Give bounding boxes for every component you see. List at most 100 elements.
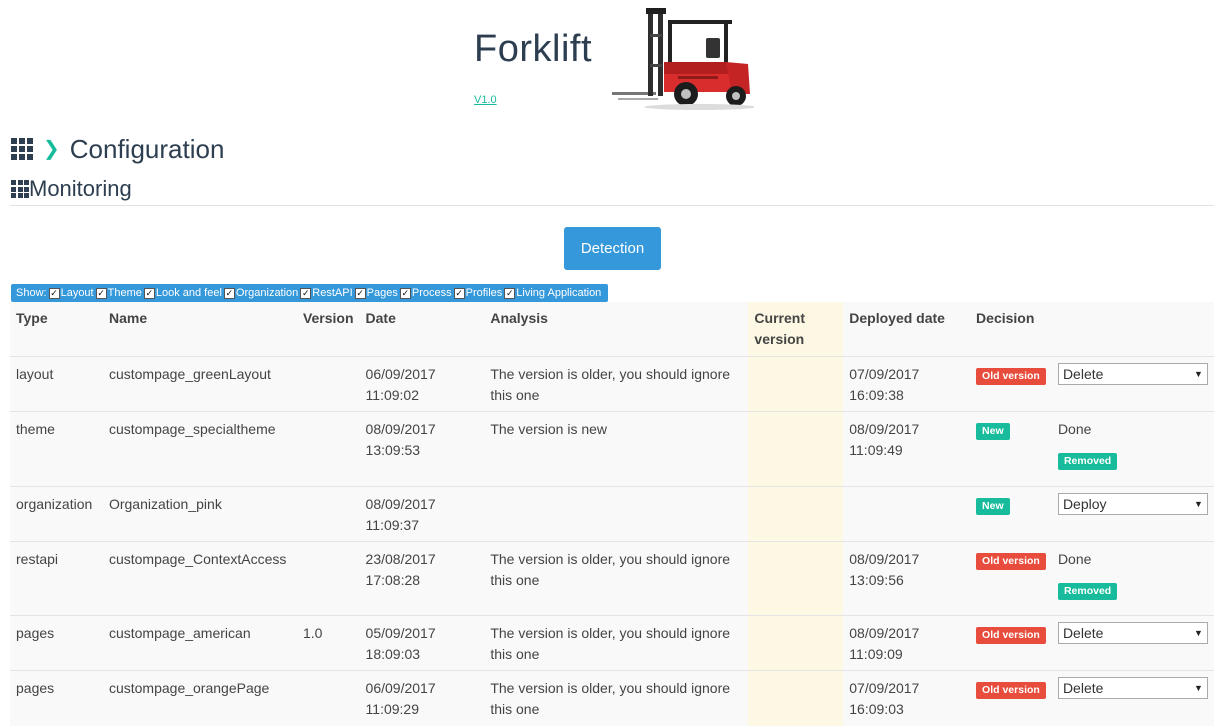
cell-version bbox=[296, 670, 360, 726]
cell-date: 23/08/2017 17:08:28 bbox=[359, 541, 485, 616]
filter-profiles[interactable]: ✓ Profiles bbox=[453, 287, 502, 299]
col-header-version: Version bbox=[296, 302, 360, 357]
decision-status-text: Done bbox=[1057, 421, 1092, 437]
cell-type: theme bbox=[10, 411, 103, 487]
filter-look-and-feel[interactable]: ✓ Look and feel bbox=[143, 287, 222, 299]
old-version-badge: Old version bbox=[976, 368, 1046, 385]
breadcrumb-section[interactable]: Configuration bbox=[70, 134, 225, 165]
cell-date: 08/09/2017 13:09:53 bbox=[359, 411, 485, 487]
filter-pages[interactable]: ✓ Pages bbox=[354, 287, 398, 299]
col-header-decision: Decision bbox=[970, 302, 1214, 357]
cell-deployed-date: 08/09/2017 13:09:56 bbox=[843, 541, 971, 616]
cell-decision-badge: New bbox=[970, 411, 1052, 487]
cell-type: pages bbox=[10, 670, 103, 726]
cell-decision-action: Deploy ▼ bbox=[1051, 486, 1214, 542]
removed-badge: Removed bbox=[1057, 583, 1118, 600]
filter-living-application[interactable]: ✓ Living Application bbox=[504, 287, 601, 299]
table-row: pages custompage_orangePage 06/09/2017 11:0… bbox=[10, 670, 1214, 726]
breadcrumb: ❯ Configuration bbox=[11, 133, 224, 165]
cell-decision-badge: New bbox=[970, 486, 1052, 542]
deployed-time-value: 16:09:38 bbox=[849, 387, 904, 403]
deployed-time-value: 16:09:03 bbox=[849, 701, 904, 717]
filter-layout[interactable]: ✓ Layout bbox=[48, 287, 94, 299]
checkbox-checked-icon[interactable]: ✓ bbox=[504, 287, 516, 299]
checkbox-checked-icon[interactable]: ✓ bbox=[48, 287, 60, 299]
deployed-time-value: 11:09:09 bbox=[849, 646, 903, 662]
col-header-type: Type bbox=[10, 302, 103, 357]
cell-current-version bbox=[748, 486, 844, 542]
table-row: theme custompage_specialtheme 08/09/2017 13… bbox=[10, 411, 1214, 487]
caret-down-icon: ▼ bbox=[1194, 627, 1203, 638]
checkbox-checked-icon[interactable]: ✓ bbox=[399, 287, 411, 299]
checkbox-checked-icon[interactable]: ✓ bbox=[300, 287, 312, 299]
old-version-badge: Old version bbox=[976, 682, 1046, 699]
filter-organization[interactable]: ✓ Organization bbox=[223, 287, 298, 299]
cell-version bbox=[296, 411, 360, 487]
deployed-date-value: 07/09/2017 bbox=[849, 366, 920, 382]
time-value: 11:09:37 bbox=[365, 517, 419, 533]
cell-analysis: The version is older, you should ignore … bbox=[484, 541, 749, 616]
checkbox-checked-icon[interactable]: ✓ bbox=[95, 287, 107, 299]
new-badge: New bbox=[976, 423, 1010, 440]
version-link[interactable]: V1.0 bbox=[474, 94, 497, 106]
cell-decision-action: Delete ▼ bbox=[1051, 356, 1214, 412]
cell-name: custompage_orangePage bbox=[102, 670, 297, 726]
cell-type: organization bbox=[10, 486, 103, 542]
checkbox-checked-icon[interactable]: ✓ bbox=[453, 287, 465, 299]
col-header-name: Name bbox=[102, 302, 297, 357]
checkbox-checked-icon[interactable]: ✓ bbox=[354, 287, 366, 299]
page-title: Monitoring bbox=[29, 176, 132, 201]
cell-current-version bbox=[748, 615, 844, 671]
caret-down-icon: ▼ bbox=[1194, 368, 1203, 379]
new-badge: New bbox=[976, 498, 1010, 515]
col-header-analysis: Analysis bbox=[484, 302, 749, 357]
time-value: 18:09:03 bbox=[365, 646, 421, 662]
grid-icon[interactable] bbox=[11, 138, 33, 160]
cell-analysis: The version is older, you should ignore … bbox=[484, 615, 749, 671]
time-value: 11:09:29 bbox=[365, 701, 419, 717]
deployed-date-value: 08/09/2017 bbox=[849, 551, 920, 567]
col-header-deployed-date: Deployed date bbox=[843, 302, 971, 357]
cell-version bbox=[296, 541, 360, 616]
grid-icon bbox=[11, 180, 29, 198]
cell-analysis bbox=[484, 486, 749, 542]
date-value: 08/09/2017 bbox=[365, 496, 436, 512]
table-header-row: Type Name Version Date Analysis Current … bbox=[10, 302, 1214, 357]
date-value: 05/09/2017 bbox=[365, 625, 436, 641]
time-value: 11:09:02 bbox=[365, 387, 419, 403]
deployed-time-value: 11:09:49 bbox=[849, 442, 903, 458]
cell-version bbox=[296, 356, 360, 412]
removed-badge: Removed bbox=[1057, 453, 1118, 470]
col-header-current-version: Current version bbox=[748, 302, 844, 357]
cell-name: custompage_ContextAccess bbox=[102, 541, 297, 616]
checkbox-checked-icon[interactable]: ✓ bbox=[223, 287, 235, 299]
cell-decision-action: Done Removed bbox=[1051, 541, 1214, 616]
decision-select-value: Delete bbox=[1062, 679, 1104, 696]
show-label: Show: bbox=[16, 287, 47, 299]
decision-select[interactable]: Deploy ▼ bbox=[1057, 493, 1208, 515]
show-filter-bar: Show: ✓ Layout ✓ Theme ✓ Look and feel ✓ Org… bbox=[11, 284, 609, 302]
table-row: pages custompage_american 1.0 05/09/2017 18:… bbox=[10, 615, 1214, 671]
filter-restapi[interactable]: ✓ RestAPI bbox=[300, 287, 353, 299]
deployed-date-value: 08/09/2017 bbox=[849, 421, 920, 437]
decision-status-text: Done bbox=[1057, 551, 1092, 567]
deployed-date-value: 07/09/2017 bbox=[849, 680, 920, 696]
cell-current-version bbox=[748, 541, 844, 616]
old-version-badge: Old version bbox=[976, 553, 1046, 570]
decision-select[interactable]: Delete ▼ bbox=[1057, 677, 1208, 699]
detection-button[interactable]: Detection bbox=[564, 227, 661, 270]
filter-process[interactable]: ✓ Process bbox=[399, 287, 452, 299]
decision-select[interactable]: Delete ▼ bbox=[1057, 622, 1208, 644]
cell-date: 06/09/2017 11:09:29 bbox=[359, 670, 485, 726]
cell-name: custompage_greenLayout bbox=[102, 356, 297, 412]
old-version-badge: Old version bbox=[976, 627, 1046, 644]
decision-select[interactable]: Delete ▼ bbox=[1057, 363, 1208, 385]
cell-deployed-date: 08/09/2017 11:09:09 bbox=[843, 615, 971, 671]
date-value: 08/09/2017 bbox=[365, 421, 436, 437]
date-value: 06/09/2017 bbox=[365, 366, 436, 382]
filter-theme[interactable]: ✓ Theme bbox=[95, 287, 142, 299]
app-title: Forklift bbox=[474, 28, 592, 70]
checkbox-checked-icon[interactable]: ✓ bbox=[143, 287, 155, 299]
cell-decision-action: Delete ▼ bbox=[1051, 670, 1214, 726]
cell-current-version bbox=[748, 411, 844, 487]
